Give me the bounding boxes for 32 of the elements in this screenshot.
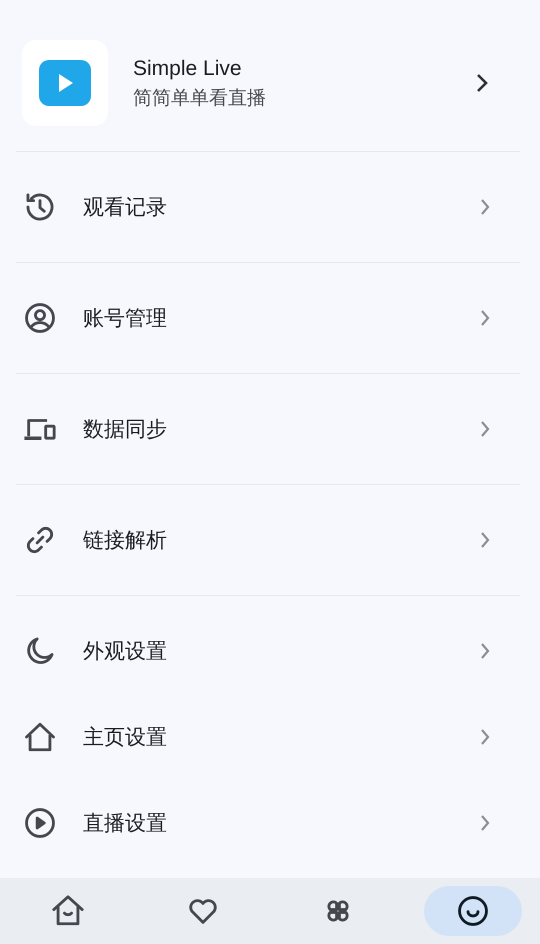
nav-tab[interactable] xyxy=(424,886,522,936)
menu-label: 观看记录 xyxy=(83,194,168,221)
menu-label: 数据同步 xyxy=(83,416,168,443)
app-title: Simple Live xyxy=(133,56,243,82)
chevron-icon xyxy=(476,73,488,93)
menu-item[interactable]: 外观设置 xyxy=(16,608,520,694)
chevron-icon xyxy=(480,309,490,327)
chevron-icon xyxy=(480,728,490,746)
menu-label: 直播设置 xyxy=(83,810,168,837)
chevron-icon xyxy=(480,531,490,549)
app-logo-icon xyxy=(22,40,108,126)
home-icon xyxy=(50,894,84,928)
menu-label: 主页设置 xyxy=(83,724,168,751)
menu-item[interactable]: 数据同步 xyxy=(16,386,520,472)
menu-item[interactable]: 账号管理 xyxy=(16,275,520,361)
app-subtitle: 简简单单看直播 xyxy=(133,86,267,111)
menu-item[interactable]: 观看记录 xyxy=(16,164,520,250)
menu-label: 外观设置 xyxy=(83,638,168,665)
menu-label: 账号管理 xyxy=(83,305,168,332)
account-icon xyxy=(23,301,57,335)
smiley-icon xyxy=(456,894,490,928)
menu-label: 链接解析 xyxy=(83,527,168,554)
menu-item[interactable]: 主页设置 xyxy=(16,694,520,780)
chevron-icon xyxy=(480,198,490,216)
chevron-icon xyxy=(480,814,490,832)
home-icon xyxy=(23,720,57,754)
chevron-icon xyxy=(480,420,490,438)
menu-item[interactable]: 链接解析 xyxy=(16,497,520,583)
chevron-icon xyxy=(480,642,490,660)
app-info-item[interactable]: Simple Live 简简单单看直播 xyxy=(16,40,520,126)
play-icon xyxy=(23,806,57,840)
menu-item[interactable]: 直播设置 xyxy=(16,780,520,866)
